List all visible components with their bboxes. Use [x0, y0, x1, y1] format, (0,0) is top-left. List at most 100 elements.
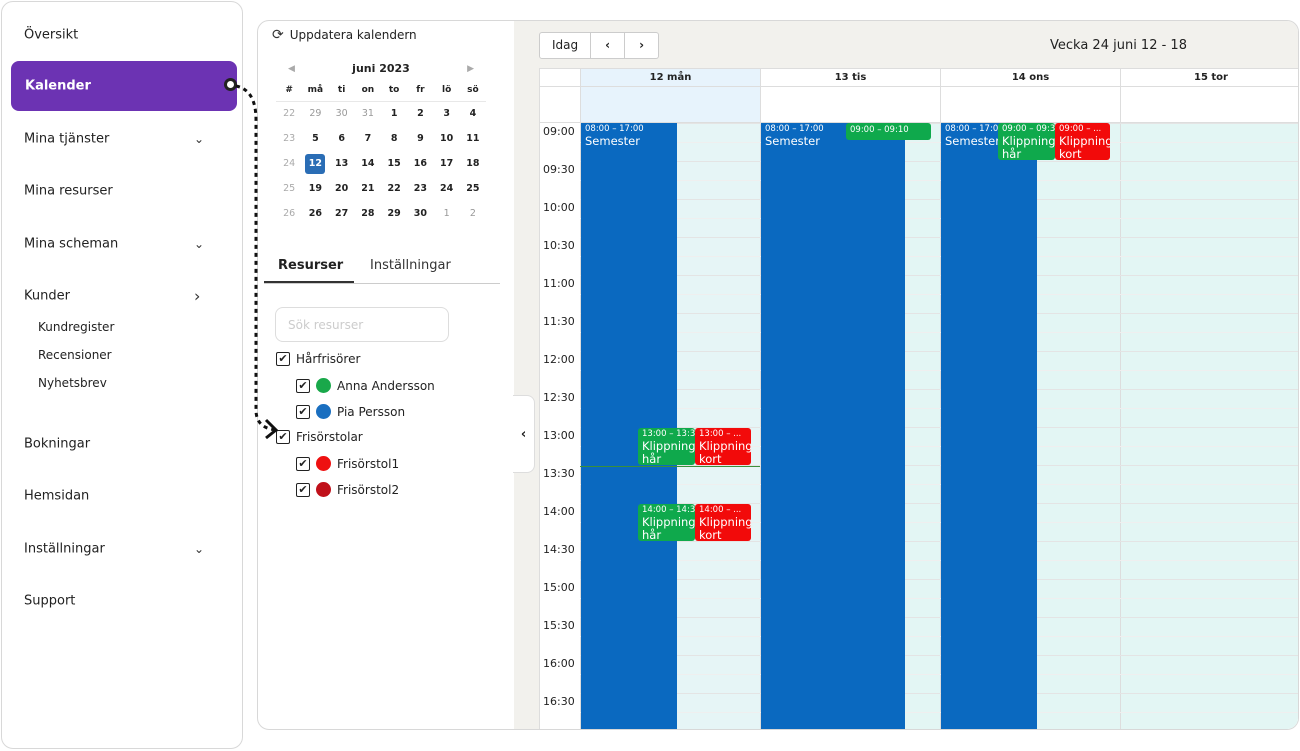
mini-calendar-day[interactable]: 26 [302, 201, 328, 226]
day-header[interactable]: 13 tis [760, 69, 940, 87]
tab-resurser[interactable]: Resurser [278, 258, 343, 273]
mini-calendar-day[interactable]: 13 [329, 151, 355, 176]
day-header[interactable]: 12 mån [580, 69, 760, 87]
mini-calendar-day[interactable]: 24 [434, 176, 460, 201]
event-klippning-har[interactable]: 13:00 – 13:30 Klippning hår [638, 428, 695, 465]
mini-calendar-day[interactable]: 29 [381, 201, 407, 226]
mini-calendar-day[interactable]: 31 [355, 101, 381, 126]
weekday-header: må [302, 79, 329, 102]
refresh-icon: ⟳ [272, 27, 284, 43]
day-header[interactable]: 14 ons [940, 69, 1120, 87]
nav-item-mina-tjanster[interactable]: Mina tjänster ⌄ [2, 114, 242, 164]
event-klippning-har[interactable]: 14:00 – 14:30 Klippning hår [638, 504, 695, 541]
checkbox-checked-icon[interactable]: ✔ [276, 352, 290, 366]
event-semester[interactable]: 08:00 – 17:00 Semester [761, 123, 905, 729]
checkbox-checked-icon[interactable]: ✔ [276, 430, 290, 444]
allday-cell[interactable] [760, 87, 940, 123]
mini-calendar-day[interactable]: 27 [329, 201, 355, 226]
nav-item-kalender[interactable]: Kalender [11, 61, 237, 111]
mini-calendar-day[interactable]: 5 [302, 126, 328, 151]
mini-calendar-day[interactable]: 11 [460, 126, 486, 151]
event-klippning-har[interactable]: 09:00 – 09:30 Klippning hår [998, 123, 1055, 160]
collapse-panel-button[interactable]: ‹ [513, 395, 535, 473]
mini-calendar-day[interactable]: 2 [460, 201, 486, 226]
nav-item-hemsidan[interactable]: Hemsidan [2, 471, 242, 521]
mini-calendar-day[interactable]: 7 [355, 126, 381, 151]
nav-sub-nyhetsbrev[interactable]: Nyhetsbrev [38, 376, 107, 390]
nav-item-oversikt[interactable]: Översikt [2, 10, 242, 60]
event-time: 09:00 – 09:10 [850, 125, 909, 135]
allday-cell[interactable] [580, 87, 760, 123]
mini-calendar-day[interactable]: 30 [329, 101, 355, 126]
mini-calendar-day[interactable]: 30 [407, 201, 433, 226]
mini-calendar-day[interactable]: 10 [434, 126, 460, 151]
nav-item-mina-scheman[interactable]: Mina scheman ⌄ [2, 219, 242, 269]
mini-calendar-day[interactable]: 28 [355, 201, 381, 226]
event-klippning-kort[interactable]: 09:00 – ... Klippning kort [1055, 123, 1110, 160]
resource-item-frisorstol2[interactable]: ✔ Frisörstol2 [296, 482, 399, 497]
mini-calendar-day[interactable]: 2 [407, 101, 433, 126]
nav-item-support[interactable]: Support [2, 576, 242, 626]
mini-calendar-day[interactable]: 3 [434, 101, 460, 126]
today-button[interactable]: Idag [539, 32, 592, 59]
time-label: 10:30 [543, 239, 575, 252]
tab-installningar[interactable]: Inställningar [370, 258, 451, 273]
checkbox-checked-icon[interactable]: ✔ [296, 482, 310, 497]
mini-calendar-day[interactable]: 4 [460, 101, 486, 126]
halfhour-gridline [580, 674, 1298, 675]
nav-sub-recensioner[interactable]: Recensioner [38, 348, 112, 362]
mini-calendar-day[interactable]: 9 [407, 126, 433, 151]
event-semester[interactable]: 08:00 – 17:00 Semester [581, 123, 677, 729]
refresh-calendar-button[interactable]: ⟳ Uppdatera kalendern [272, 27, 417, 43]
nav-sub-kundregister[interactable]: Kundregister [38, 320, 114, 334]
event-klippning-kort[interactable]: 13:00 – ... Klippning kort [695, 428, 751, 465]
search-resources-input[interactable] [275, 307, 449, 342]
next-week-button[interactable]: › [625, 32, 660, 59]
mini-calendar-day[interactable]: 8 [381, 126, 407, 151]
allday-cell[interactable] [1120, 87, 1298, 123]
mini-calendar-day[interactable]: 21 [355, 176, 381, 201]
resource-item-anna[interactable]: ✔ Anna Andersson [296, 378, 435, 393]
mini-calendar-day[interactable]: 16 [407, 151, 433, 176]
event-title: Klippning kort [1059, 133, 1110, 160]
calendar-toolbar: Idag ‹ › [539, 32, 660, 59]
checkbox-checked-icon[interactable]: ✔ [296, 378, 310, 393]
resource-item-pia[interactable]: ✔ Pia Persson [296, 404, 405, 419]
weekday-header: lö [433, 79, 460, 102]
mini-calendar-day[interactable]: 14 [355, 151, 381, 176]
nav-item-mina-resurser[interactable]: Mina resurser [2, 166, 242, 216]
mini-calendar-day[interactable]: 17 [434, 151, 460, 176]
nav-item-bokningar[interactable]: Bokningar [2, 419, 242, 469]
resource-item-frisorstol1[interactable]: ✔ Frisörstol1 [296, 456, 399, 471]
mini-calendar-grid: # må ti on to fr lö sö 22 29 30 31 1 2 3 4 23 5 6 7 8 9 10 11 2… [276, 79, 486, 226]
mini-calendar-day[interactable]: 25 [460, 176, 486, 201]
mini-calendar-day[interactable]: 18 [460, 151, 486, 176]
next-month-icon[interactable]: ▶ [467, 59, 474, 79]
event-short[interactable]: 09:00 – 09:10 [846, 123, 931, 140]
day-header[interactable]: 15 tor [1120, 69, 1298, 87]
event-semester[interactable]: 08:00 – 17:00 Semester [941, 123, 1037, 729]
nav-item-installningar[interactable]: Inställningar ⌄ [2, 524, 242, 574]
week-calendar: Idag ‹ › Vecka 24 juni 12 - 18 12 mån 13… [514, 21, 1298, 729]
prev-week-button[interactable]: ‹ [591, 32, 626, 59]
nav-item-kunder[interactable]: Kunder › [2, 271, 242, 321]
color-swatch-icon [316, 378, 331, 393]
checkbox-checked-icon[interactable]: ✔ [296, 456, 310, 471]
checkbox-checked-icon[interactable]: ✔ [296, 404, 310, 419]
mini-calendar-day[interactable]: 1 [381, 101, 407, 126]
mini-calendar-day[interactable]: 20 [329, 176, 355, 201]
mini-calendar-day[interactable]: 22 [381, 176, 407, 201]
mini-calendar-day[interactable]: 15 [381, 151, 407, 176]
event-title: Klippning hår [642, 438, 695, 465]
resource-group-harfrisorer[interactable]: ✔ Hårfrisörer [276, 352, 360, 366]
mini-calendar-day[interactable]: 23 [407, 176, 433, 201]
mini-calendar-day[interactable]: 6 [329, 126, 355, 151]
resource-group-frisorstolar[interactable]: ✔ Frisörstolar [276, 430, 363, 444]
allday-cell[interactable] [940, 87, 1120, 123]
mini-calendar-day[interactable]: 29 [302, 101, 328, 126]
mini-calendar-day[interactable]: 1 [434, 201, 460, 226]
mini-calendar-day[interactable]: 19 [302, 176, 328, 201]
event-klippning-kort[interactable]: 14:00 – ... Klippning kort [695, 504, 751, 541]
prev-month-icon[interactable]: ◀ [288, 59, 295, 79]
mini-calendar-day[interactable]: 12 [302, 151, 328, 176]
